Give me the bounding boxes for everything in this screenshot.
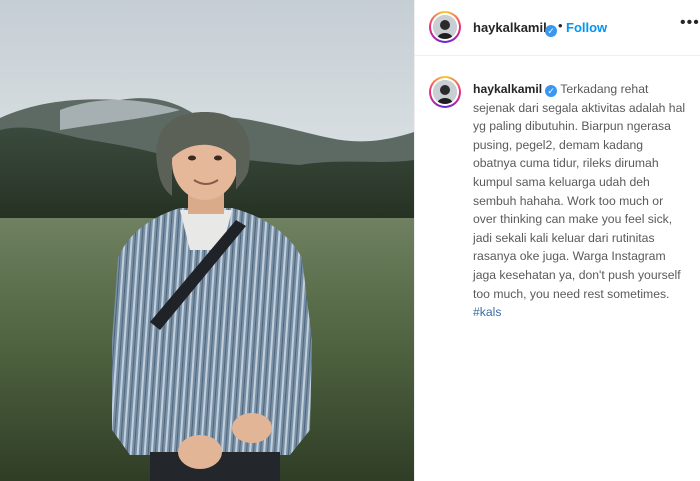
more-options-icon[interactable]: ••• (680, 14, 700, 32)
caption-avatar-icon (433, 80, 457, 104)
avatar-icon (433, 15, 457, 39)
username-link[interactable]: haykalkamil (473, 20, 547, 35)
eye-left (188, 155, 196, 161)
caption-text: haykalkamil ✓ Terkadang rehat sejenak dar… (473, 80, 689, 322)
hand-left (178, 435, 222, 469)
post-header: haykalkamil ✓ • Follow ••• (415, 0, 700, 56)
post-sidebar: haykalkamil ✓ • Follow ••• haykalkamil ✓ … (414, 0, 700, 481)
caption-username-link[interactable]: haykalkamil (473, 82, 542, 96)
caption-avatar[interactable] (429, 76, 461, 108)
verified-badge-wrap: ✓ (542, 20, 557, 38)
caption-verified-badge-icon: ✓ (545, 85, 558, 97)
separator-dot: • (558, 18, 563, 33)
follow-button[interactable]: Follow (566, 20, 607, 35)
verified-badge-icon: ✓ (545, 25, 557, 37)
post-photo[interactable] (0, 0, 414, 481)
caption-body: Terkadang rehat sejenak dari segala akti… (473, 82, 686, 301)
post-image (0, 0, 414, 481)
avatar[interactable] (429, 11, 461, 43)
hand-right (232, 413, 272, 443)
hashtag-link[interactable]: #kals (473, 305, 501, 319)
eye-right (214, 155, 222, 161)
